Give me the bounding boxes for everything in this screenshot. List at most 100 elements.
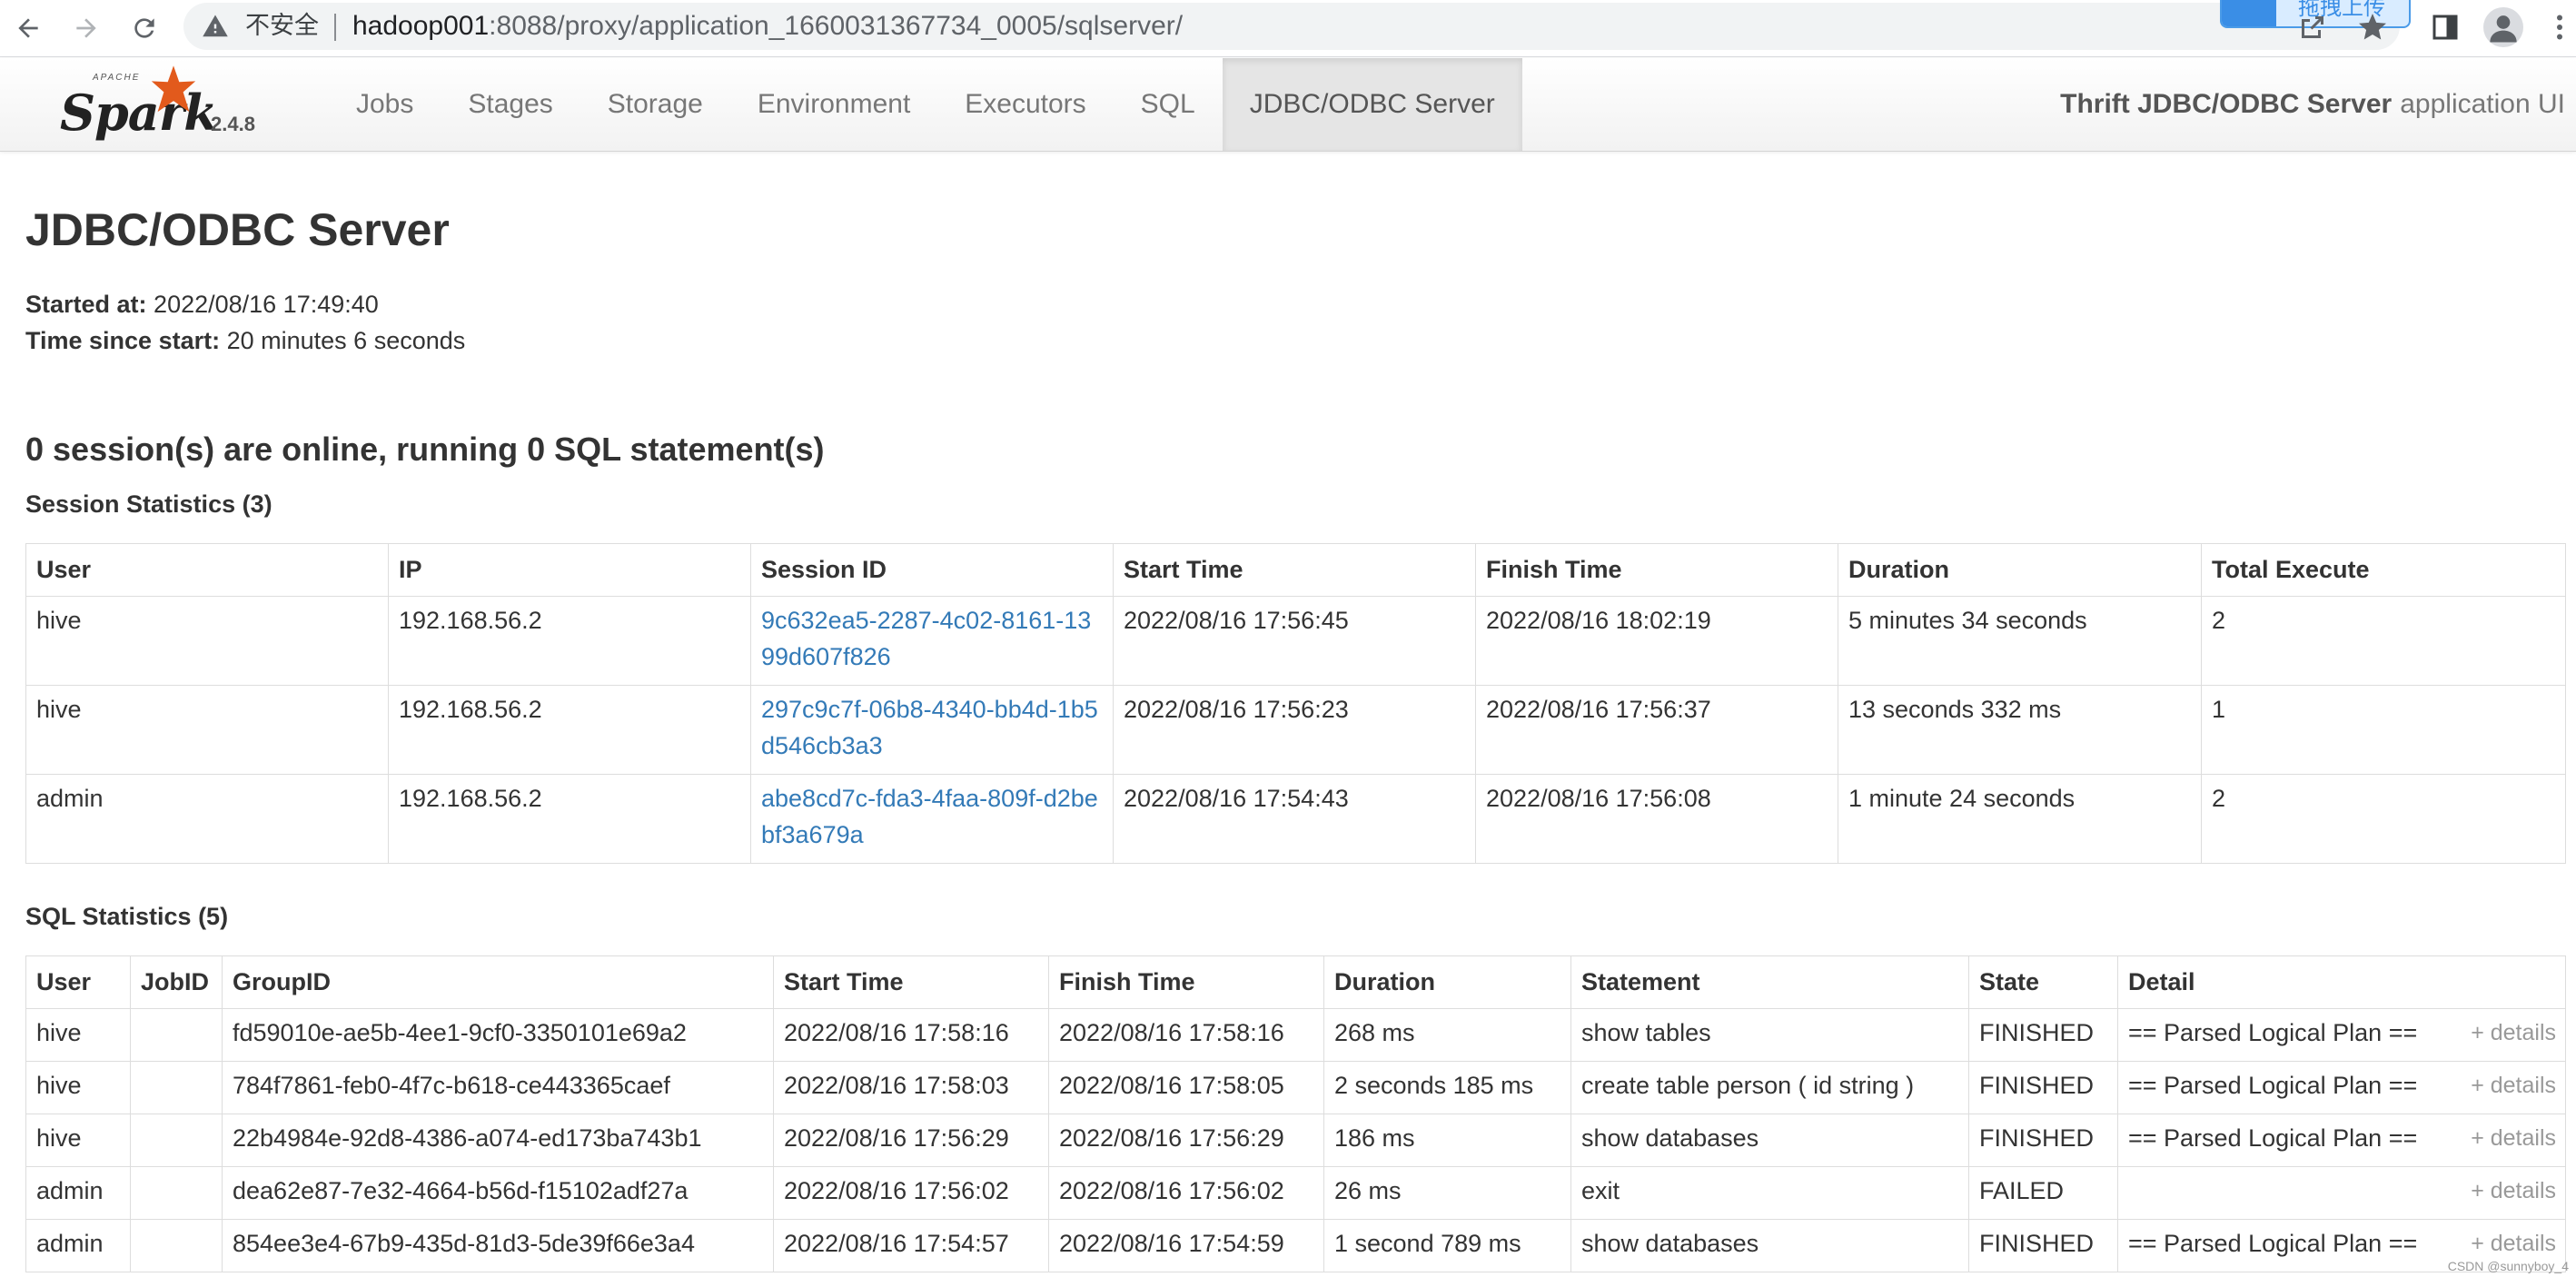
session-header-start-time[interactable]: Start Time [1113,543,1476,597]
sql-detail-plan: == Parsed Logical Plan == [2128,1019,2418,1046]
spark-navbar: APACHE Spark 2.4.8 Jobs Stages Storage E… [0,58,2576,152]
page-title: JDBC/ODBC Server [25,204,450,255]
sql-jobid [130,1114,223,1167]
sql-user: admin [25,1219,131,1272]
started-at: Started at: 2022/08/16 17:49:40 [25,291,379,319]
expand-details-link[interactable]: + details [2460,1015,2556,1051]
sql-state: FINISHED [1968,1219,2118,1272]
side-panel-icon[interactable] [2429,11,2462,44]
logo-apache-text: APACHE [93,73,141,83]
session-duration: 1 minute 24 seconds [1838,774,2202,864]
tab-stages[interactable]: Stages [441,58,580,151]
sql-start-time: 2022/08/16 17:54:57 [773,1219,1049,1272]
warning-icon [203,15,228,37]
sql-jobid [130,1219,223,1272]
sql-header-state[interactable]: State [1968,955,2118,1009]
session-id-cell: abe8cd7c-fda3-4faa-809f-d2bebf3a679a [750,774,1114,864]
table-row: hive fd59010e-ae5b-4ee1-9cf0-3350101e69a… [25,1008,2566,1062]
sql-header-statement[interactable]: Statement [1570,955,1969,1009]
sql-start-time: 2022/08/16 17:58:03 [773,1061,1049,1114]
sql-groupid: 22b4984e-92d8-4386-a074-ed173ba743b1 [222,1114,774,1167]
session-duration: 13 seconds 332 ms [1838,685,2202,775]
app-title-name: Thrift JDBC/ODBC Server [2060,89,2393,119]
table-row: hive 22b4984e-92d8-4386-a074-ed173ba743b… [25,1114,2566,1167]
session-ip: 192.168.56.2 [388,774,751,864]
time-since-start: Time since start: 20 minutes 6 seconds [25,327,465,355]
expand-details-link[interactable]: + details [2460,1225,2556,1262]
reload-button[interactable] [124,7,165,49]
profile-avatar-icon[interactable] [2483,7,2523,47]
sql-user: admin [25,1166,131,1220]
session-header-duration[interactable]: Duration [1838,543,2202,597]
url-text[interactable]: hadoop001:8088/proxy/application_1660031… [352,11,1183,42]
session-header-ip[interactable]: IP [388,543,751,597]
sql-header-groupid[interactable]: GroupID [222,955,774,1009]
expand-details-link[interactable]: + details [2460,1067,2556,1104]
sql-header-finish-time[interactable]: Finish Time [1048,955,1324,1009]
insecure-label: 不安全 [245,12,319,40]
sql-detail-plan: == Parsed Logical Plan == [2128,1124,2418,1152]
tab-jdbc-odbc-server[interactable]: JDBC/ODBC Server [1222,58,1522,151]
sql-user: hive [25,1008,131,1062]
reload-icon [134,18,154,38]
nav-tabs: Jobs Stages Storage Environment Executor… [329,58,1522,151]
sql-header-duration[interactable]: Duration [1323,955,1571,1009]
expand-details-link[interactable]: + details [2460,1120,2556,1156]
app-title: Thrift JDBC/ODBC Server application UI [2060,58,2565,151]
session-ip: 192.168.56.2 [388,685,751,775]
sql-detail-plan: == Parsed Logical Plan == [2128,1072,2418,1099]
sql-statement: show databases [1570,1114,1969,1167]
sql-header-user[interactable]: User [25,955,131,1009]
sql-detail: == Parsed Logical Plan == + details [2117,1114,2566,1167]
sql-groupid: dea62e87-7e32-4664-b56d-f15102adf27a [222,1166,774,1220]
sql-jobid [130,1008,223,1062]
share-icon[interactable] [2296,11,2329,44]
session-ip: 192.168.56.2 [388,596,751,686]
sql-finish-time: 2022/08/16 17:58:05 [1048,1061,1324,1114]
session-id-link[interactable]: abe8cd7c-fda3-4faa-809f-d2bebf3a679a [761,785,1098,848]
session-user: hive [25,685,389,775]
expand-details-link[interactable]: + details [2460,1173,2556,1209]
sql-header-jobid[interactable]: JobID [130,955,223,1009]
watermark: CSDN @sunnyboy_4 [2447,1259,2569,1273]
tab-storage[interactable]: Storage [580,58,730,151]
sql-header-start-time[interactable]: Start Time [773,955,1049,1009]
sql-detail: == Parsed Logical Plan == + details [2117,1008,2566,1062]
arrow-right-icon [76,18,96,38]
session-header-session-id[interactable]: Session ID [750,543,1114,597]
sql-duration: 1 second 789 ms [1323,1219,1571,1272]
sql-finish-time: 2022/08/16 17:56:29 [1048,1114,1324,1167]
session-id-link[interactable]: 9c632ea5-2287-4c02-8161-1399d607f826 [761,607,1091,670]
url-path: :8088/proxy/application_1660031367734_00… [489,11,1184,41]
sql-jobid [130,1166,223,1220]
session-id-link[interactable]: 297c9c7f-06b8-4340-bb4d-1b5d546cb3a3 [761,696,1098,759]
session-header-total-execute[interactable]: Total Execute [2201,543,2566,597]
table-row: hive 784f7861-feb0-4f7c-b618-ce443365cae… [25,1061,2566,1114]
bookmark-star-icon[interactable] [2356,11,2389,44]
sql-statistics-title: SQL Statistics (5) [25,903,229,930]
session-header-user[interactable]: User [25,543,389,597]
tab-sql[interactable]: SQL [1114,58,1223,151]
session-start-time: 2022/08/16 17:56:23 [1113,685,1476,775]
session-user: hive [25,596,389,686]
tab-executors[interactable]: Executors [937,58,1113,151]
forward-button[interactable] [65,7,107,49]
tab-environment[interactable]: Environment [730,58,937,151]
sql-start-time: 2022/08/16 17:56:02 [773,1166,1049,1220]
session-duration: 5 minutes 34 seconds [1838,596,2202,686]
spark-logo[interactable]: APACHE Spark 2.4.8 [60,64,278,147]
back-button[interactable] [7,7,49,49]
kebab-menu-icon[interactable] [2543,11,2576,44]
sql-header-detail[interactable]: Detail [2117,955,2566,1009]
address-bar[interactable]: 不安全 hadoop001:8088/proxy/application_166… [183,3,2400,50]
sql-user: hive [25,1061,131,1114]
tab-jobs[interactable]: Jobs [329,58,441,151]
table-row: admin dea62e87-7e32-4664-b56d-f15102adf2… [25,1166,2566,1220]
sql-statement: exit [1570,1166,1969,1220]
sql-finish-time: 2022/08/16 17:56:02 [1048,1166,1324,1220]
session-user: admin [25,774,389,864]
sql-finish-time: 2022/08/16 17:58:16 [1048,1008,1324,1062]
session-header-finish-time[interactable]: Finish Time [1475,543,1838,597]
sql-groupid: 854ee3e4-67b9-435d-81d3-5de39f66e3a4 [222,1219,774,1272]
arrow-left-icon [18,18,38,38]
